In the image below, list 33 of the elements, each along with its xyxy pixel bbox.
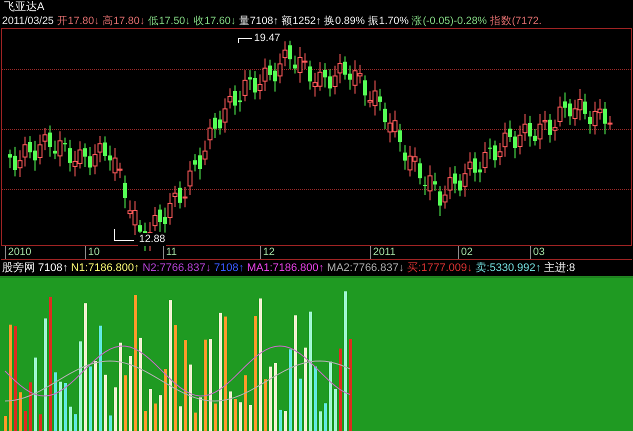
indicator-value: 股旁网 [2, 261, 35, 275]
stock-name: 飞亚达A [4, 1, 44, 13]
indicator-value: MA2:7766.837↓ [327, 261, 404, 275]
indicator-value: 7108↑ [214, 261, 244, 275]
time-axis-label: 03 [530, 246, 545, 259]
quote-field: 量7108↑ [238, 14, 279, 28]
time-axis-label: 11 [163, 246, 177, 259]
leader-line [238, 38, 252, 43]
time-axis-label: 2010 [5, 246, 32, 259]
quote-field: 换0.89% [324, 14, 365, 28]
indicator-value: 主进:8 [544, 261, 576, 275]
indicator-value: N2:7766.837↓ [142, 261, 211, 275]
leader-line [114, 229, 134, 241]
time-axis-label: 02 [458, 246, 473, 259]
high-price-label: 19.47 [254, 32, 280, 45]
quote-field: 低17.50↓ [148, 14, 190, 28]
time-axis-label: 12 [260, 246, 275, 259]
quote-field: 涨(-0.05)-0.28% [412, 14, 487, 28]
quote-field: 2011/03/25 [2, 14, 54, 28]
time-axis-label: 2011 [370, 246, 396, 259]
indicator-value: 7108↑ [38, 261, 68, 275]
indicator-value: N1:7186.800↑ [70, 261, 140, 275]
quote-field: 开17.80↓ [56, 14, 100, 28]
indicator-value: MA1:7186.800↑ [246, 261, 324, 275]
quote-field: 高17.80↓ [102, 14, 145, 28]
quote-field: 额1252↑ [282, 14, 322, 28]
quote-field: 收17.60↓ [193, 14, 236, 28]
indicator-value: 买:1777.009↓ [407, 261, 473, 275]
low-price-label: 12.88 [138, 233, 166, 246]
indicator-value: 卖:5330.992↑ [476, 261, 541, 275]
quote-field: 振1.70% [368, 14, 409, 28]
time-axis-label: 10 [85, 246, 100, 259]
quote-field: 指数(7172. [490, 14, 542, 28]
